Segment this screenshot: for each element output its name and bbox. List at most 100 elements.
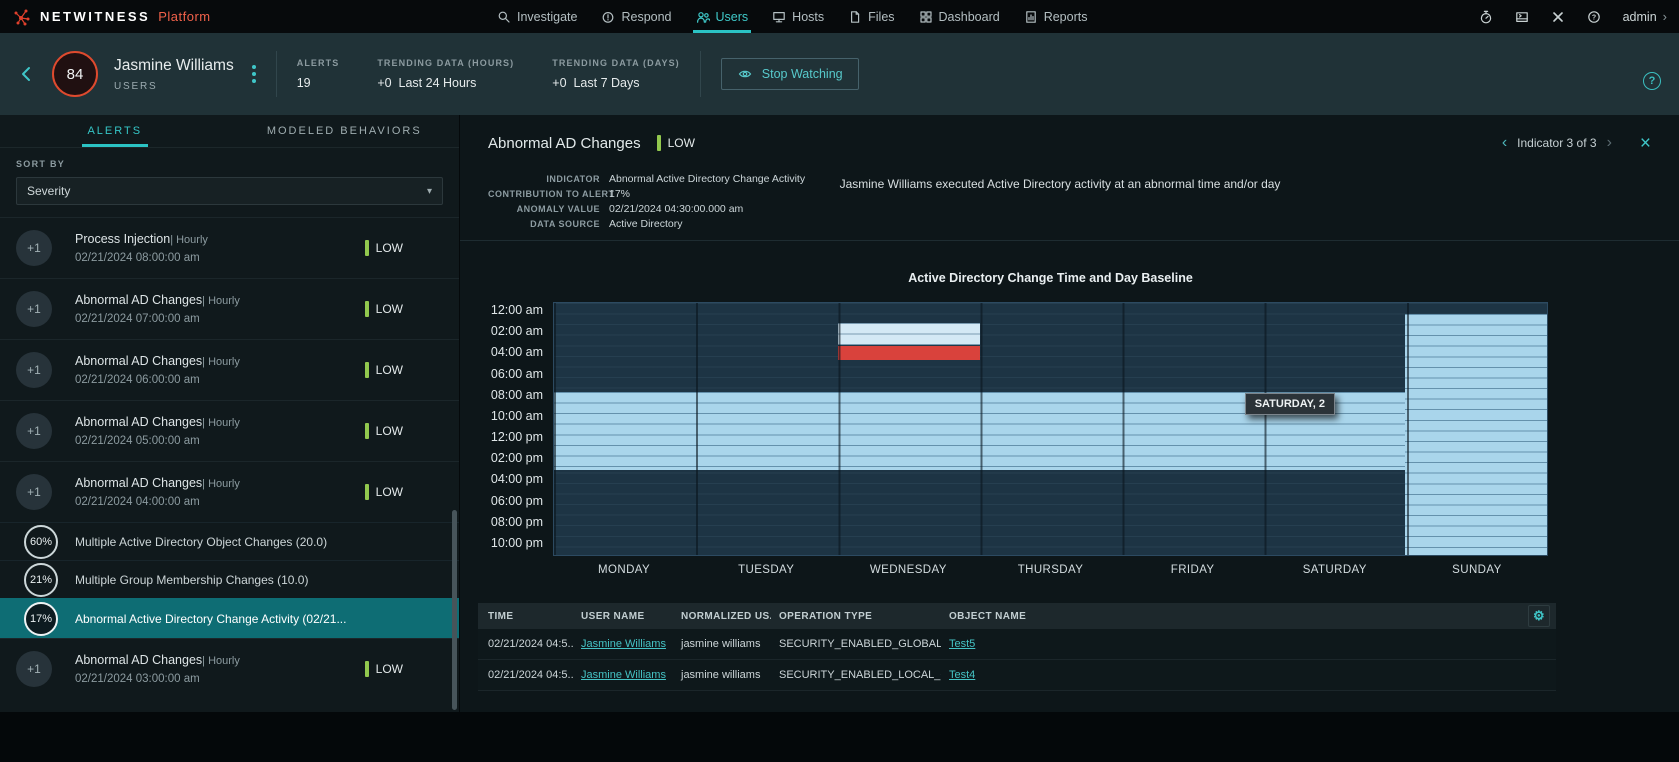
files-icon	[848, 10, 862, 24]
alert-count-badge: +1	[16, 291, 52, 327]
column-header-normalized-us[interactable]: NORMALIZED US...	[673, 611, 771, 622]
field-anomaly-value: ANOMALY VALUE 02/21/2024 04:30:00.000 am	[516, 203, 744, 215]
column-header-operation-type[interactable]: OPERATION TYPE	[771, 611, 941, 622]
nav-item-respond[interactable]: Respond	[601, 0, 672, 33]
user-name-link[interactable]: Jasmine Williams	[581, 638, 666, 650]
chart-y-axis: 12:00 am 02:00 am 04:00 am 06:00 am 08:00 am…	[460, 302, 543, 556]
sunday-baseline-block[interactable]	[1405, 313, 1547, 555]
severity-bar-icon	[364, 661, 369, 677]
y-axis-tick: 04:00 pm	[490, 472, 543, 487]
tab-alerts[interactable]: ALERTS	[0, 115, 230, 147]
kebab-menu-icon[interactable]	[251, 65, 256, 83]
console-icon[interactable]	[1515, 10, 1529, 24]
close-icon[interactable]: ×	[1640, 134, 1651, 153]
brand[interactable]: NETWITNESS Platform	[12, 0, 211, 33]
x-axis-label: FRIDAY	[1170, 564, 1215, 576]
help-icon[interactable]: ?	[1643, 72, 1661, 90]
alert-list-item[interactable]: +1 Abnormal AD Changes| Hourly 02/21/202…	[0, 339, 459, 400]
object-name-link[interactable]: Test5	[949, 638, 975, 650]
timer-icon[interactable]	[1479, 10, 1493, 24]
section-divider	[460, 240, 1679, 241]
severity-bar-icon	[364, 484, 369, 500]
table-row[interactable]: 02/21/2024 04:5... Jasmine Williams jasm…	[478, 660, 1556, 691]
stat-trending-data-days: TRENDING DATA (DAYS) +0 Last 7 Days	[552, 58, 680, 90]
pager-prev-icon[interactable]: ‹	[1502, 135, 1507, 151]
field-data-source: DATA SOURCE Active Directory	[530, 218, 683, 230]
back-button[interactable]	[18, 65, 36, 83]
wednesday-anomaly-band[interactable]	[837, 345, 980, 360]
x-axis-label: SUNDAY	[1452, 564, 1502, 576]
events-table: TIME USER NAME NORMALIZED US... OPERATION T…	[478, 603, 1556, 691]
nav-item-files[interactable]: Files	[848, 0, 895, 33]
table-settings-gear-icon[interactable]: ⚙	[1528, 605, 1550, 627]
alert-list-item[interactable]: +1 Abnormal AD Changes| Hourly 02/21/202…	[0, 461, 459, 522]
risk-score-badge[interactable]: 84	[52, 51, 98, 97]
severity-badge: LOW	[364, 661, 403, 677]
nav-item-investigate[interactable]: Investigate	[497, 0, 577, 33]
user-name-link[interactable]: Jasmine Williams	[581, 669, 666, 681]
indicator-list-item[interactable]: 60% Multiple Active Directory Object Cha…	[0, 522, 459, 560]
nav-item-users[interactable]: Users	[692, 0, 751, 33]
nav-item-hosts[interactable]: Hosts	[772, 0, 824, 33]
alert-list-item[interactable]: +1 Process Injection| Hourly 02/21/2024 …	[0, 217, 459, 278]
panel-header: Abnormal AD Changes LOW ‹ Indicator 3 of…	[460, 125, 1679, 161]
chart-title: Active Directory Change Time and Day Bas…	[908, 271, 1193, 285]
y-axis-tick: 10:00 pm	[490, 535, 543, 550]
respond-icon	[601, 10, 615, 24]
y-axis-tick: 06:00 am	[490, 366, 543, 381]
sort-by-select[interactable]: Severity ▾	[16, 177, 443, 205]
entity-type: USERS	[114, 80, 158, 92]
y-axis-tick: 10:00 am	[490, 408, 543, 423]
y-axis-tick: 06:00 pm	[490, 493, 543, 508]
divider	[699, 51, 701, 97]
tools-icon[interactable]	[1551, 10, 1565, 24]
entity-title-block: Jasmine Williams USERS	[114, 57, 234, 92]
tab-modeled-behaviors[interactable]: MODELED BEHAVIORS	[230, 115, 460, 147]
y-axis-tick: 04:00 am	[490, 345, 543, 360]
nav-item-reports[interactable]: Reports	[1024, 0, 1087, 33]
hosts-icon	[772, 10, 786, 24]
admin-label: admin	[1622, 9, 1657, 24]
x-axis-label: TUESDAY	[738, 564, 795, 576]
top-nav: NETWITNESS Platform Investigate Respond …	[0, 0, 1679, 33]
severity-bar-icon	[656, 135, 661, 151]
indicator-list-item-selected[interactable]: 17% Abnormal Active Directory Change Act…	[0, 598, 459, 638]
wednesday-baseline-band[interactable]	[837, 322, 980, 345]
nav-item-dashboard[interactable]: Dashboard	[919, 0, 1000, 33]
alert-list-item[interactable]: +1 Abnormal AD Changes| Hourly 02/21/202…	[0, 400, 459, 461]
chevron-down-icon: ▾	[426, 185, 432, 197]
column-header-time[interactable]: TIME	[478, 611, 573, 622]
sidebar-scrollbar[interactable]	[452, 510, 457, 710]
pager-next-icon[interactable]: ›	[1607, 135, 1612, 151]
bottom-strip	[0, 712, 1679, 762]
x-axis-label: WEDNESDAY	[869, 564, 947, 576]
table-row[interactable]: 02/21/2024 04:5... Jasmine Williams jasm…	[478, 629, 1556, 660]
stat-alerts: ALERTS 19	[296, 58, 340, 90]
field-indicator: INDICATOR Abnormal Active Directory Chan…	[546, 173, 806, 185]
severity-badge: LOW	[364, 240, 403, 256]
severity-badge: LOW	[364, 484, 403, 500]
stat-trending-data-hours: TRENDING DATA (HOURS) +0 Last 24 Hours	[377, 58, 515, 90]
y-axis-tick: 08:00 pm	[490, 514, 543, 529]
y-axis-tick: 08:00 am	[490, 387, 543, 402]
admin-menu[interactable]: admin ›	[1623, 9, 1667, 24]
alert-list-item[interactable]: +1 Abnormal AD Changes| Hourly 02/21/202…	[0, 278, 459, 339]
users-icon	[696, 10, 710, 24]
help-icon[interactable]: ?	[1587, 10, 1601, 24]
column-header-object-name[interactable]: OBJECT NAME	[941, 611, 1520, 622]
pager-label: Indicator 3 of 3	[1517, 136, 1597, 150]
alert-list-item[interactable]: +1 Abnormal AD Changes| Hourly 02/21/202…	[0, 638, 459, 699]
alert-count-badge: +1	[16, 230, 52, 266]
object-name-link[interactable]: Test4	[949, 669, 975, 681]
contribution-circle: 60%	[24, 524, 58, 559]
column-header-user-name[interactable]: USER NAME	[573, 611, 673, 622]
top-nav-right: ? admin ›	[1479, 0, 1667, 33]
stop-watching-button[interactable]: Stop Watching	[720, 58, 859, 90]
severity-bar-icon	[364, 423, 369, 439]
severity-badge: LOW	[364, 301, 403, 317]
primary-nav: Investigate Respond Users Hosts Files Da…	[497, 0, 1087, 33]
alert-count-badge: +1	[16, 474, 52, 510]
dashboard-icon	[919, 10, 933, 24]
indicator-list-item[interactable]: 21% Multiple Group Membership Changes (1…	[0, 560, 459, 598]
divider	[275, 51, 277, 97]
